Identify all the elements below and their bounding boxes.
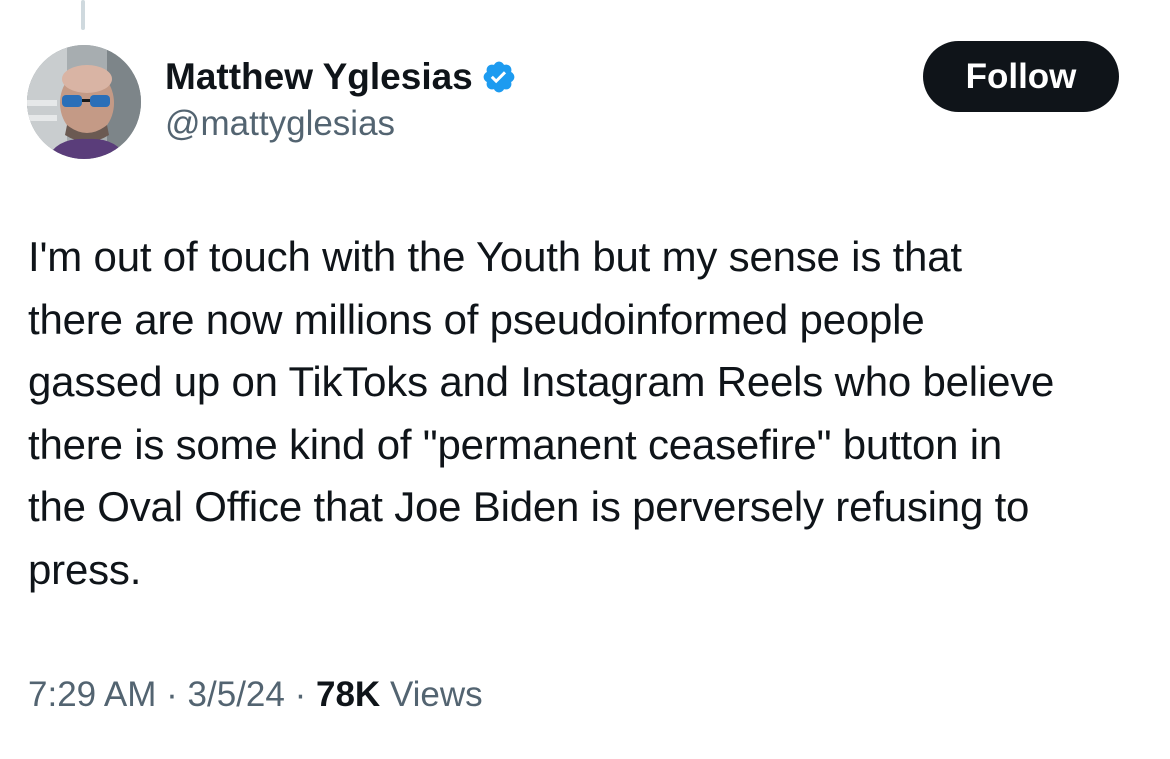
author-display-name[interactable]: Matthew Yglesias [165, 56, 473, 98]
avatar[interactable] [27, 45, 141, 159]
avatar-image [27, 45, 141, 159]
meta-separator: · [166, 675, 188, 714]
author-handle[interactable]: @mattyglesias [165, 104, 395, 144]
verified-badge-icon [481, 59, 517, 95]
tweet-time[interactable]: 7:29 AM [28, 675, 156, 714]
views-count[interactable]: 78K [316, 675, 380, 714]
tweet-text-line: gassed up on TikToks and Instagram Reels… [28, 358, 1055, 405]
tweet-text: I'm out of touch with the Youth but my s… [28, 226, 1153, 601]
views-label: Views [389, 675, 483, 714]
tweet-text-line: I'm out of touch with the Youth but my s… [28, 233, 962, 280]
tweet-meta: 7:29 AM · 3/5/24 · 78K Views [28, 675, 483, 715]
tweet-text-line: press. [28, 545, 142, 593]
thread-connector-line [81, 0, 85, 30]
tweet-text-line: the Oval Office that Joe Biden is perver… [28, 483, 1030, 530]
meta-separator: · [294, 675, 316, 714]
tweet-text-line: there is some kind of "permanent ceasefi… [28, 420, 1003, 468]
tweet-date[interactable]: 3/5/24 [188, 675, 285, 714]
tweet-text-line: there are now millions of pseudoinformed… [28, 295, 925, 343]
follow-button[interactable]: Follow [923, 41, 1119, 112]
author-name-row: Matthew Yglesias [165, 55, 517, 99]
